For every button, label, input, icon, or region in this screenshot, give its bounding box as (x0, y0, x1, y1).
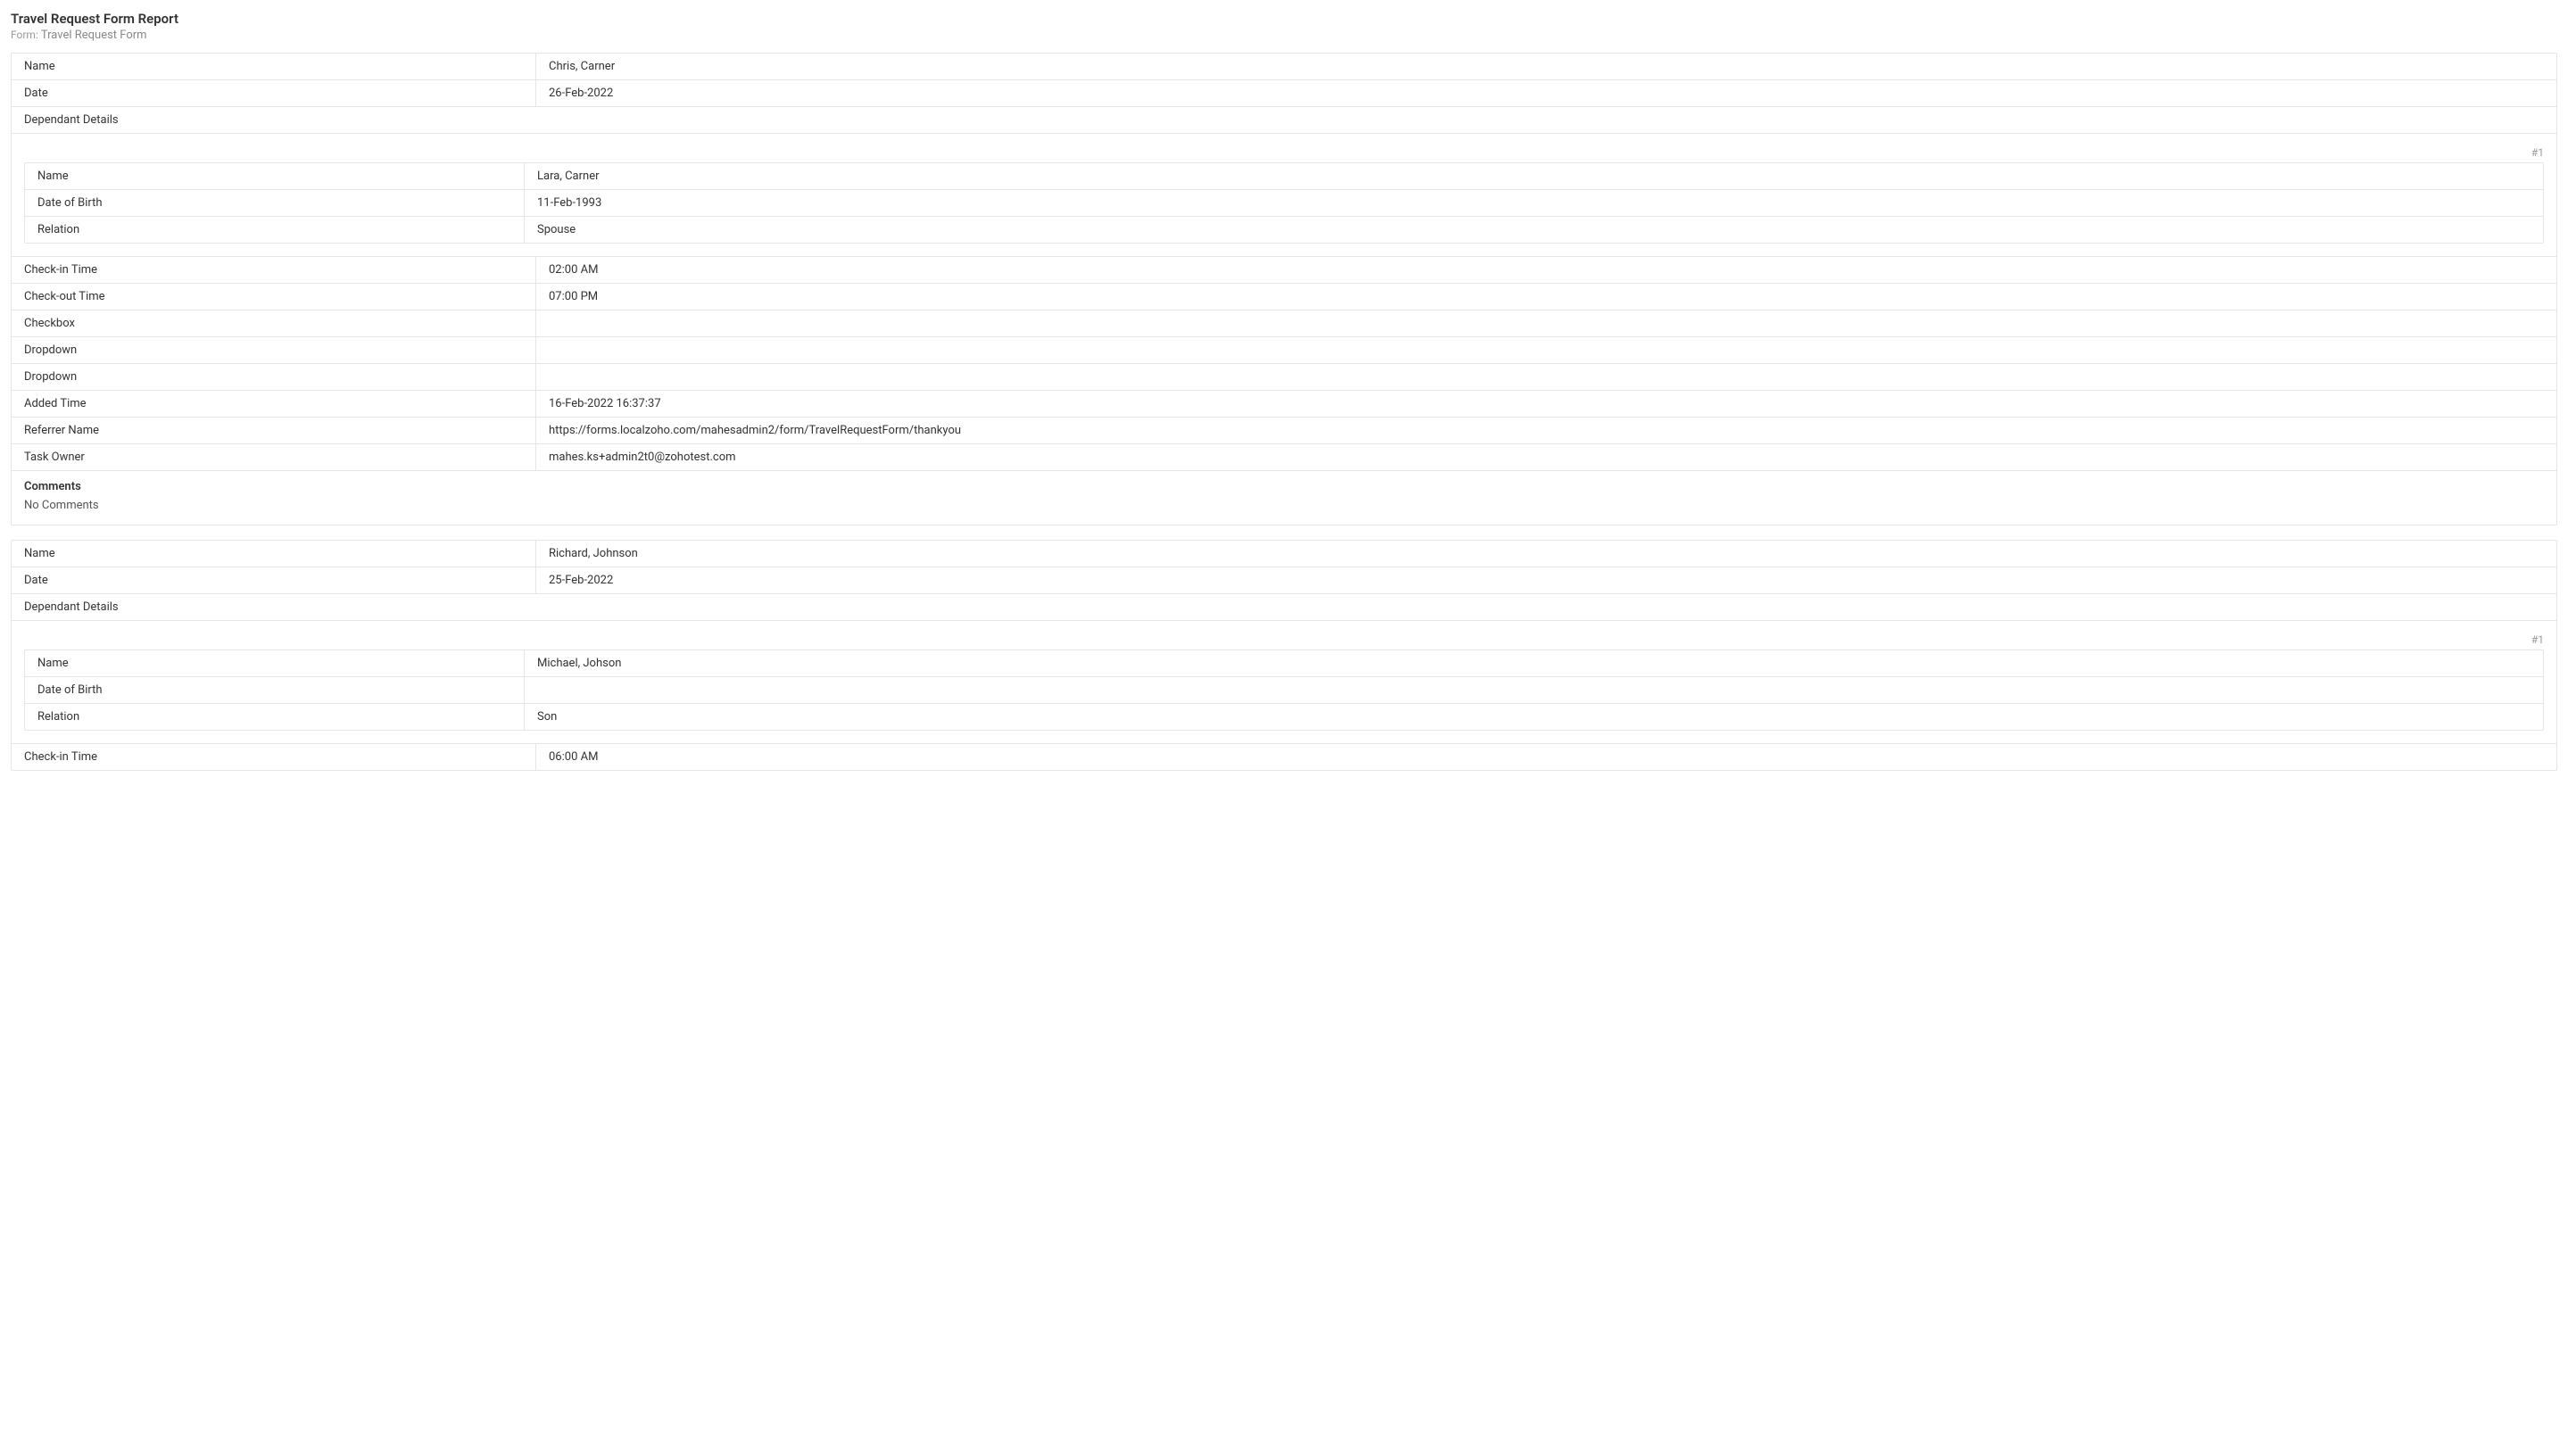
dependant-table: Name Michael, Johson Date of Birth Relat… (24, 649, 2544, 731)
dependant-row-name: Name Michael, Johson (25, 650, 2543, 677)
field-row-checkbox: Checkbox (12, 310, 2556, 337)
field-value: Son (525, 704, 2543, 730)
field-value (536, 364, 2556, 390)
field-value (536, 337, 2556, 363)
field-label: Date (12, 80, 536, 106)
field-value: 02:00 AM (536, 257, 2556, 283)
field-row-checkout: Check-out Time 07:00 PM (12, 284, 2556, 310)
dependant-row-dob: Date of Birth 11-Feb-1993 (25, 190, 2543, 217)
field-row-task-owner: Task Owner mahes.ks+admin2t0@zohotest.co… (12, 444, 2556, 471)
field-label: Dropdown (12, 364, 536, 390)
field-row-added-time: Added Time 16-Feb-2022 16:37:37 (12, 391, 2556, 418)
field-label: Name (25, 163, 525, 189)
field-value: https://forms.localzoho.com/mahesadmin2/… (536, 418, 2556, 443)
field-label: Added Time (12, 391, 536, 417)
field-value: Lara, Carner (525, 163, 2543, 189)
field-label: Date of Birth (25, 677, 525, 703)
field-value: mahes.ks+admin2t0@zohotest.com (536, 444, 2556, 470)
comments-title: Comments (24, 480, 2544, 493)
comments-text: No Comments (24, 499, 2544, 512)
field-label: Relation (25, 217, 525, 243)
record-card: Name Chris, Carner Date 26-Feb-2022 Depe… (11, 53, 2557, 525)
field-row-name: Name Richard, Johnson (12, 541, 2556, 567)
field-row-dropdown: Dropdown (12, 364, 2556, 391)
field-row-name: Name Chris, Carner (12, 54, 2556, 80)
dependant-index: #1 (24, 633, 2544, 646)
field-row-checkin: Check-in Time 02:00 AM (12, 257, 2556, 284)
field-label: Relation (25, 704, 525, 730)
field-row-date: Date 26-Feb-2022 (12, 80, 2556, 107)
field-label: Check-in Time (12, 744, 536, 770)
field-value: 25-Feb-2022 (536, 567, 2556, 593)
dependant-section-header: Dependant Details (12, 107, 2556, 134)
dependant-row-name: Name Lara, Carner (25, 163, 2543, 190)
dependant-index: #1 (24, 146, 2544, 159)
dependant-table: Name Lara, Carner Date of Birth 11-Feb-1… (24, 162, 2544, 244)
dependant-row-relation: Relation Son (25, 704, 2543, 730)
dependant-row-relation: Relation Spouse (25, 217, 2543, 243)
page-title: Travel Request Form Report (11, 11, 2557, 27)
field-label: Name (25, 650, 525, 676)
field-label: Date of Birth (25, 190, 525, 216)
report-header: Travel Request Form Report Form: Travel … (11, 11, 2557, 42)
field-label: Check-in Time (12, 257, 536, 283)
field-value: Richard, Johnson (536, 541, 2556, 567)
dependant-subsection: #1 Name Lara, Carner Date of Birth 11-Fe… (12, 134, 2556, 257)
field-value: Michael, Johson (525, 650, 2543, 676)
field-label: Check-out Time (12, 284, 536, 310)
field-value (536, 310, 2556, 336)
field-label: Date (12, 567, 536, 593)
field-value (525, 677, 2543, 703)
field-row-checkin: Check-in Time 06:00 AM (12, 744, 2556, 770)
field-label: Dropdown (12, 337, 536, 363)
form-subline: Form: Travel Request Form (11, 29, 2557, 42)
dependant-subsection: #1 Name Michael, Johson Date of Birth Re… (12, 621, 2556, 744)
field-label: Task Owner (12, 444, 536, 470)
field-label: Checkbox (12, 310, 536, 336)
record-card: Name Richard, Johnson Date 25-Feb-2022 D… (11, 540, 2557, 771)
field-value: 07:00 PM (536, 284, 2556, 310)
field-row-referrer: Referrer Name https://forms.localzoho.co… (12, 418, 2556, 444)
field-value: 26-Feb-2022 (536, 80, 2556, 106)
field-label: Referrer Name (12, 418, 536, 443)
field-row-dropdown: Dropdown (12, 337, 2556, 364)
field-row-date: Date 25-Feb-2022 (12, 567, 2556, 594)
dependant-row-dob: Date of Birth (25, 677, 2543, 704)
dependant-section-header: Dependant Details (12, 594, 2556, 621)
field-value: 11-Feb-1993 (525, 190, 2543, 216)
field-value: Chris, Carner (536, 54, 2556, 79)
form-label-prefix: Form: (11, 29, 41, 41)
field-value: 16-Feb-2022 16:37:37 (536, 391, 2556, 417)
field-value: 06:00 AM (536, 744, 2556, 770)
comments-section: Comments No Comments (12, 471, 2556, 525)
form-name: Travel Request Form (41, 29, 147, 42)
field-label: Name (12, 54, 536, 79)
field-label: Name (12, 541, 536, 567)
field-value: Spouse (525, 217, 2543, 243)
